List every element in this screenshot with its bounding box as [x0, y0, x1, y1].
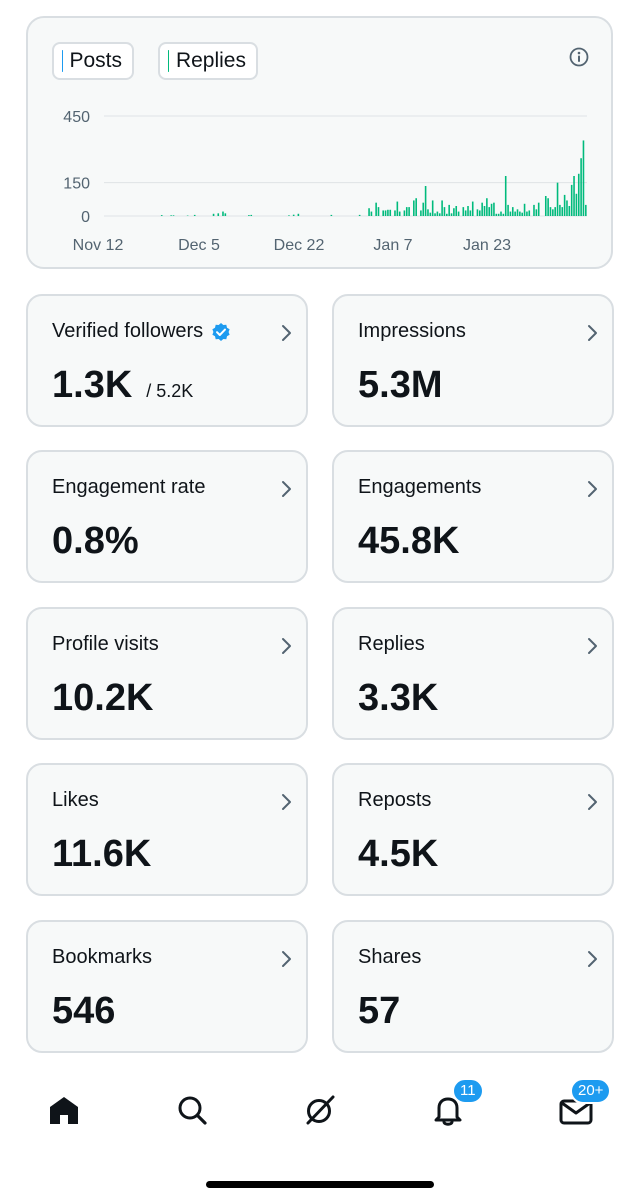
- stat-label-text: Engagements: [358, 476, 482, 498]
- chevron-right-icon: [282, 638, 291, 654]
- messages-tab[interactable]: 20+: [556, 1078, 612, 1130]
- analytics-chart-card: 450 150 0 Nov 12 Dec 5 Dec 22 Jan 7 Jan 23 Post…: [26, 16, 613, 269]
- y-tick-label: 150: [63, 176, 90, 193]
- legend-posts-label: Posts: [69, 49, 122, 72]
- stat-card-verified-followers[interactable]: Verified followers 1.3K / 5.2K: [26, 294, 308, 427]
- chevron-right-icon: [282, 951, 291, 967]
- stat-label: Engagements: [358, 476, 481, 499]
- stat-value: 57: [358, 990, 400, 1033]
- notifications-tab[interactable]: 11: [428, 1078, 484, 1130]
- y-tick-label: 450: [63, 109, 90, 126]
- stat-label: Impressions: [358, 320, 466, 343]
- stat-total-text: / 5.2K: [146, 381, 194, 401]
- stat-value-text: 11.6K: [52, 833, 152, 875]
- stat-label-text: Impressions: [358, 320, 466, 342]
- stat-value: 11.6K: [52, 833, 151, 876]
- chevron-right-icon: [282, 794, 291, 810]
- home-indicator: [206, 1181, 434, 1188]
- stat-value-text: 546: [52, 990, 116, 1032]
- x-tick-label: Dec 5: [178, 237, 220, 254]
- stat-value: 1.3K / 5.2K: [52, 364, 193, 407]
- stat-value: 5.3M: [358, 364, 442, 407]
- stat-value: 0.8%: [52, 520, 139, 563]
- stat-value-text: 10.2K: [52, 677, 154, 719]
- stat-card-replies[interactable]: Replies 3.3K: [332, 607, 614, 740]
- stat-label: Profile visits: [52, 633, 159, 656]
- stat-value: 3.3K: [358, 677, 438, 720]
- chevron-right-icon: [282, 481, 291, 497]
- stat-label-text: Likes: [52, 789, 99, 811]
- stat-label-text: Shares: [358, 946, 422, 968]
- stat-label-text: Replies: [358, 633, 425, 655]
- y-tick-label: 0: [81, 209, 90, 226]
- bottom-tab-bar: 11 20+: [0, 1078, 639, 1150]
- stat-value: 45.8K: [358, 520, 459, 563]
- stat-value-text: 57: [358, 990, 401, 1032]
- search-icon[interactable]: [172, 1090, 212, 1130]
- stat-label-text: Profile visits: [52, 633, 159, 655]
- stat-label-text: Verified followers: [52, 320, 204, 342]
- stat-label: Bookmarks: [52, 946, 152, 969]
- chevron-right-icon: [588, 481, 597, 497]
- stat-label: Likes: [52, 789, 99, 812]
- stat-label: Engagement rate: [52, 476, 205, 499]
- stat-card-engagement-rate[interactable]: Engagement rate 0.8%: [26, 450, 308, 583]
- legend-replies-toggle[interactable]: Replies: [158, 42, 258, 80]
- chevron-right-icon: [282, 325, 291, 341]
- stat-value: 546: [52, 990, 115, 1033]
- verified-badge-icon: [212, 322, 230, 341]
- stat-label: Replies: [358, 633, 425, 656]
- replies-color-swatch: [168, 50, 169, 72]
- stat-card-profile-visits[interactable]: Profile visits 10.2K: [26, 607, 308, 740]
- stat-label: Verified followers: [52, 320, 231, 343]
- stat-value: 4.5K: [358, 833, 438, 876]
- stat-label-text: Engagement rate: [52, 476, 206, 498]
- stat-card-shares[interactable]: Shares 57: [332, 920, 614, 1053]
- legend-replies-label: Replies: [175, 49, 246, 72]
- x-tick-label: Jan 23: [463, 237, 511, 254]
- stat-card-likes[interactable]: Likes 11.6K: [26, 763, 308, 896]
- stat-value: 10.2K: [52, 677, 153, 720]
- stat-card-impressions[interactable]: Impressions 5.3M: [332, 294, 614, 427]
- x-tick-label: Dec 22: [274, 237, 325, 254]
- x-tick-label: Jan 7: [373, 237, 412, 254]
- home-icon[interactable]: [44, 1090, 84, 1130]
- stat-label-text: Reposts: [358, 789, 432, 811]
- messages-badge: 20+: [570, 1078, 612, 1104]
- stat-value-text: 3.3K: [358, 677, 439, 719]
- grok-icon[interactable]: [300, 1090, 340, 1130]
- chevron-right-icon: [588, 638, 597, 654]
- stat-value-text: 4.5K: [358, 833, 439, 875]
- stat-value-text: 1.3K: [52, 364, 133, 406]
- stat-label: Shares: [358, 946, 421, 969]
- stat-value-text: 45.8K: [358, 520, 460, 562]
- stat-value-text: 0.8%: [52, 520, 139, 562]
- stat-card-bookmarks[interactable]: Bookmarks 546: [26, 920, 308, 1053]
- info-icon[interactable]: [568, 46, 590, 68]
- chevron-right-icon: [588, 794, 597, 810]
- notifications-badge: 11: [452, 1078, 484, 1104]
- chevron-right-icon: [588, 325, 597, 341]
- stat-label-text: Bookmarks: [52, 946, 153, 968]
- stat-label: Reposts: [358, 789, 431, 812]
- stat-card-reposts[interactable]: Reposts 4.5K: [332, 763, 614, 896]
- stat-value-text: 5.3M: [358, 364, 443, 406]
- legend-posts-toggle[interactable]: Posts: [52, 42, 134, 80]
- chevron-right-icon: [588, 951, 597, 967]
- x-tick-label: Nov 12: [73, 237, 124, 254]
- stat-card-engagements[interactable]: Engagements 45.8K: [332, 450, 614, 583]
